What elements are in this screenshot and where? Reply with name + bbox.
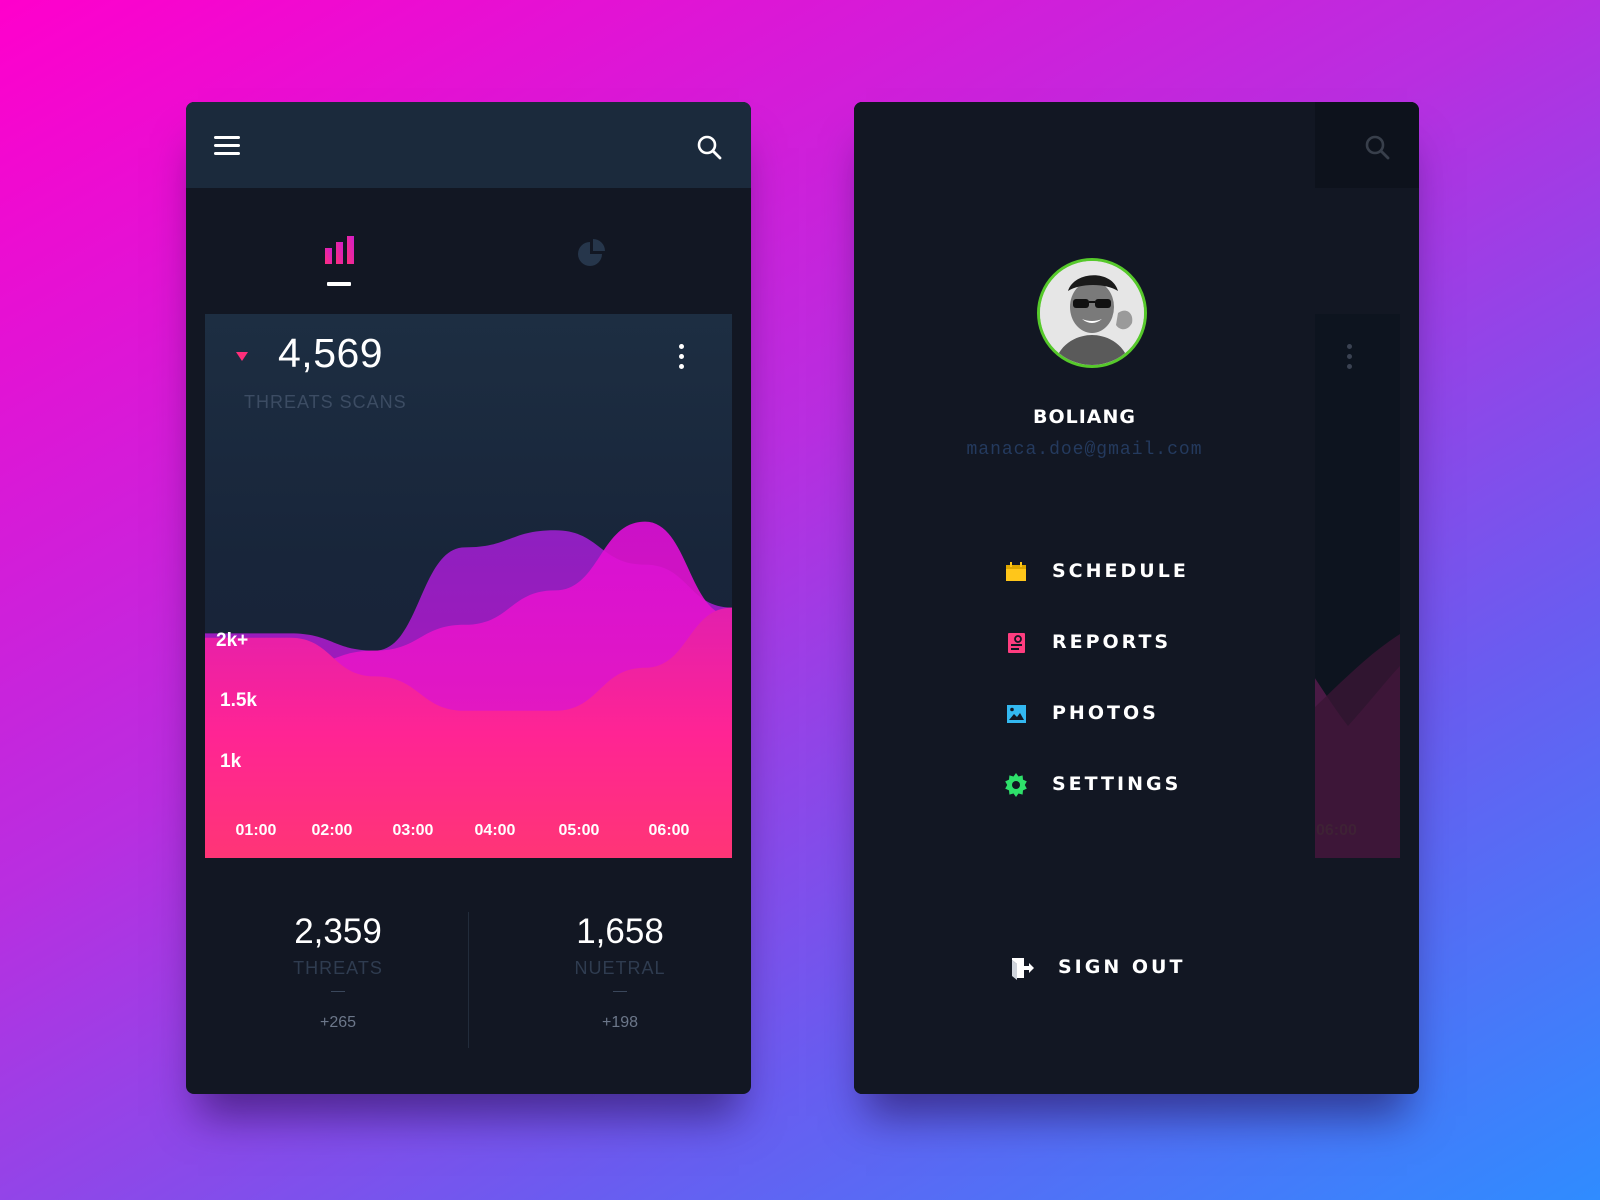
x-tick-label: 04:00 <box>474 822 516 839</box>
menu-item-schedule[interactable]: SCHEDULE <box>1004 552 1264 592</box>
triangle-down-icon <box>236 352 248 361</box>
search-icon <box>1365 135 1390 160</box>
menu-item-label: REPORTS <box>1052 631 1172 653</box>
stats-divider <box>468 912 469 1048</box>
navigation-drawer: BOLIANG manaca.doe@gmail.com SCHEDULE RE… <box>854 102 1315 1094</box>
threat-scan-label: THREATS SCANS <box>244 392 407 412</box>
menu-item-label: SCHEDULE <box>1052 560 1189 582</box>
y-tick-label: 1.5k <box>220 690 257 711</box>
x-tick-label: 06:00 <box>1316 822 1357 839</box>
bar-chart-tab-icon[interactable] <box>324 236 356 266</box>
y-tick-label: 2k+ <box>216 630 249 651</box>
x-tick-label: 01:00 <box>235 822 277 839</box>
stat-delta: +198 <box>601 1014 639 1031</box>
user-name: BOLIANG <box>1032 406 1136 428</box>
y-tick-label: 1k <box>220 751 242 772</box>
menu-item-settings[interactable]: SETTINGS <box>1004 765 1264 805</box>
stat-value: 1,658 <box>576 912 664 951</box>
threats-stat: 2,359 THREATS +265 <box>208 912 468 1032</box>
menu-item-reports[interactable]: REPORTS <box>1004 623 1264 663</box>
more-options-icon <box>1344 342 1354 372</box>
stat-label: THREATS <box>293 958 383 978</box>
neutral-stat: 1,658 NUETRAL +198 <box>490 912 750 1032</box>
x-tick-label: 02:00 <box>311 822 353 839</box>
stat-value: 2,359 <box>294 912 382 951</box>
x-tick-label: 03:00 <box>392 822 434 839</box>
more-options-icon[interactable] <box>676 342 686 372</box>
avatar-photo <box>1040 261 1144 365</box>
pie-chart-tab-icon[interactable] <box>576 238 608 268</box>
sign-out-icon <box>1012 958 1034 980</box>
hamburger-menu-icon[interactable] <box>214 136 240 156</box>
x-tick-label: 05:00 <box>558 822 600 839</box>
gear-icon <box>1005 773 1027 797</box>
threat-scan-count: 4,569 <box>278 330 384 376</box>
divider <box>613 991 627 992</box>
search-icon[interactable] <box>696 134 722 160</box>
menu-item-label: PHOTOS <box>1052 702 1159 724</box>
dashboard-screen: 4,569 THREATS SCANS 2k+ 1.5k 1k 01:00 02… <box>186 102 751 1094</box>
user-email: manaca.doe@gmail.com <box>966 440 1203 460</box>
divider <box>331 991 345 992</box>
user-avatar[interactable] <box>1037 258 1147 368</box>
sign-out-button[interactable]: SIGN OUT <box>1010 948 1270 988</box>
report-icon <box>1008 633 1025 653</box>
app-bar <box>186 102 751 188</box>
x-tick-label: 06:00 <box>648 822 690 839</box>
navigation-drawer-screen: 06:00 BOLIANG manaca.doe@gmail.com SCHED… <box>854 102 1419 1094</box>
calendar-icon <box>1006 562 1026 581</box>
active-tab-indicator <box>327 282 351 286</box>
menu-item-photos[interactable]: PHOTOS <box>1004 694 1264 734</box>
stat-label: NUETRAL <box>574 958 666 978</box>
image-icon <box>1007 705 1026 723</box>
sign-out-label: SIGN OUT <box>1058 956 1186 978</box>
stat-delta: +265 <box>319 1014 357 1031</box>
menu-item-label: SETTINGS <box>1052 773 1182 795</box>
